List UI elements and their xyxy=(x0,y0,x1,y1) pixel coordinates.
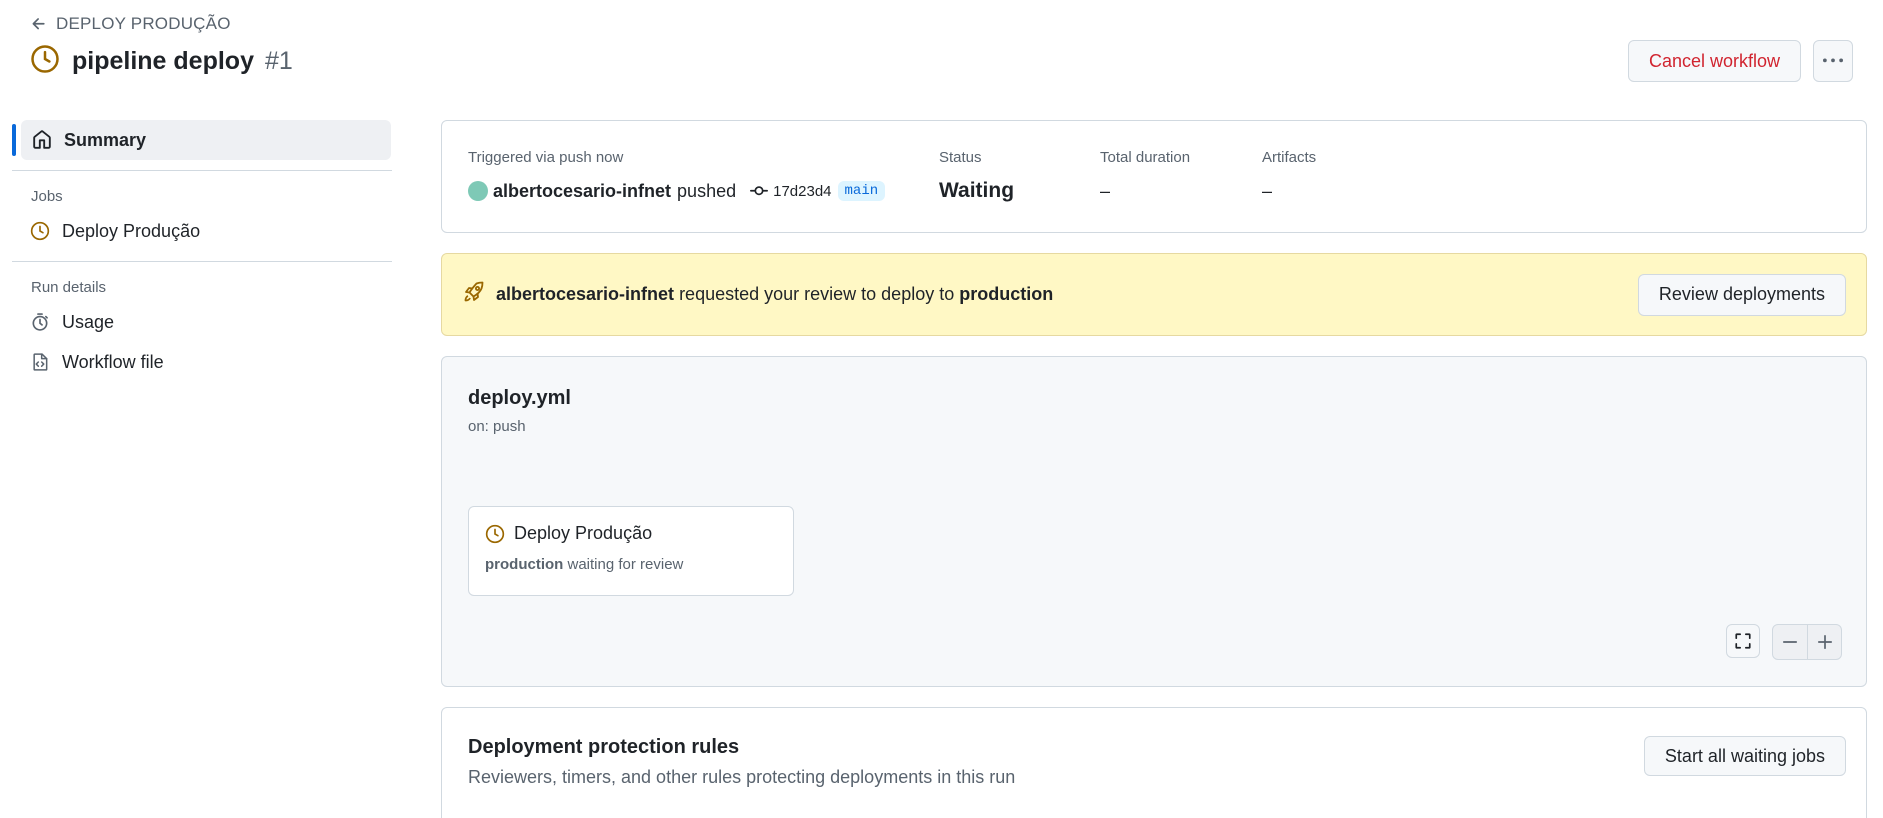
sidebar-item-workflow-file[interactable]: Workflow file xyxy=(12,342,392,382)
rules-description: Reviewers, timers, and other rules prote… xyxy=(468,767,1016,787)
rocket-icon xyxy=(462,280,486,309)
git-commit-icon xyxy=(750,186,769,196)
sidebar-item-usage[interactable]: Usage xyxy=(12,302,392,342)
artifacts-value: – xyxy=(1262,180,1273,201)
branch-badge[interactable]: main xyxy=(837,181,886,201)
workflow-graph: deploy.yml on: push Deploy Produção prod… xyxy=(441,356,1867,687)
sidebar-item-deploy-producao[interactable]: Deploy Produção xyxy=(12,211,392,251)
home-icon xyxy=(33,130,51,149)
clock-icon xyxy=(485,524,505,543)
status-label: Status xyxy=(939,149,982,166)
graph-zoom-controls xyxy=(1726,624,1842,660)
cancel-workflow-button[interactable]: Cancel workflow xyxy=(1627,40,1801,82)
file-code-icon xyxy=(33,353,48,371)
more-options-button[interactable] xyxy=(1813,40,1853,82)
jobs-heading: Jobs xyxy=(31,187,63,205)
sidebar-item-label: Usage xyxy=(62,311,115,332)
rules-title: Deployment protection rules xyxy=(468,736,740,758)
job-name: Deploy Produção xyxy=(514,523,653,543)
trigger-column: Triggered via push now albertocesario-in… xyxy=(468,149,939,204)
duration-label: Total duration xyxy=(1100,149,1191,166)
zoom-button-group xyxy=(1772,624,1842,660)
zoom-out-button[interactable] xyxy=(1773,625,1807,659)
workflow-file-name: deploy.yml xyxy=(468,387,571,409)
sidebar-divider xyxy=(12,261,392,262)
sidebar-item-label: Workflow file xyxy=(62,351,164,372)
review-request-banner: albertocesario-infnet requested your rev… xyxy=(441,253,1867,336)
deployment-protection-rules: Deployment protection rules Reviewers, t… xyxy=(441,707,1867,818)
duration-value: – xyxy=(1100,180,1111,201)
fullscreen-button[interactable] xyxy=(1726,624,1760,658)
avatar[interactable] xyxy=(468,181,488,201)
sidebar-item-summary[interactable]: Summary xyxy=(12,120,391,160)
plus-icon xyxy=(1817,634,1832,650)
artifacts-label: Artifacts xyxy=(1262,149,1317,166)
job-status-text: waiting for review xyxy=(567,556,684,573)
main-content: Triggered via push now albertocesario-in… xyxy=(441,120,1867,818)
run-title: pipeline deploy xyxy=(72,47,254,75)
actor-link[interactable]: albertocesario-infnet xyxy=(493,181,671,202)
clock-icon xyxy=(30,221,50,241)
page-title: pipeline deploy #1 xyxy=(72,47,293,76)
sidebar-divider xyxy=(12,170,392,171)
trigger-action: pushed xyxy=(677,180,737,201)
job-status: production waiting for review xyxy=(485,556,777,573)
stopwatch-icon xyxy=(32,313,48,331)
page-header: DEPLOY PRODUÇÃO pipeline deploy #1 Cance… xyxy=(30,14,1853,84)
kebab-horizontal-icon xyxy=(1823,58,1843,63)
run-number: #1 xyxy=(264,47,293,75)
review-actor-link[interactable]: albertocesario-infnet xyxy=(496,284,674,304)
artifacts-column: Artifacts – xyxy=(1262,149,1316,204)
status-column: Status Waiting xyxy=(939,149,1100,204)
review-message: albertocesario-infnet requested your rev… xyxy=(496,284,1638,305)
sidebar: Summary Jobs Deploy Produção Run details… xyxy=(12,120,392,382)
back-link[interactable]: DEPLOY PRODUÇÃO xyxy=(30,14,1853,34)
run-details-heading: Run details xyxy=(31,278,107,296)
zoom-in-button[interactable] xyxy=(1807,625,1841,659)
review-text: requested your review to deploy to xyxy=(679,284,955,304)
review-environment: production xyxy=(959,284,1054,304)
trigger-label: Triggered via push now xyxy=(468,149,624,166)
arrow-left-icon xyxy=(32,18,45,30)
start-all-waiting-jobs-button[interactable]: Start all waiting jobs xyxy=(1643,736,1846,776)
job-environment: production xyxy=(485,556,564,573)
workflow-trigger: on: push xyxy=(468,418,526,435)
back-link-label: DEPLOY PRODUÇÃO xyxy=(56,14,231,33)
duration-column: Total duration – xyxy=(1100,149,1262,204)
sidebar-item-label: Deploy Produção xyxy=(62,220,201,241)
review-deployments-button[interactable]: Review deployments xyxy=(1637,273,1846,316)
job-card-deploy-producao[interactable]: Deploy Produção production waiting for r… xyxy=(468,506,794,596)
run-summary-card: Triggered via push now albertocesario-in… xyxy=(441,120,1867,233)
dash-icon xyxy=(1782,641,1798,643)
clock-icon xyxy=(30,44,60,79)
sidebar-item-label: Summary xyxy=(64,129,147,150)
commit-sha-link[interactable]: 17d23d4 xyxy=(773,183,831,200)
status-value: Waiting xyxy=(939,179,1015,202)
screen-full-icon xyxy=(1735,633,1751,649)
